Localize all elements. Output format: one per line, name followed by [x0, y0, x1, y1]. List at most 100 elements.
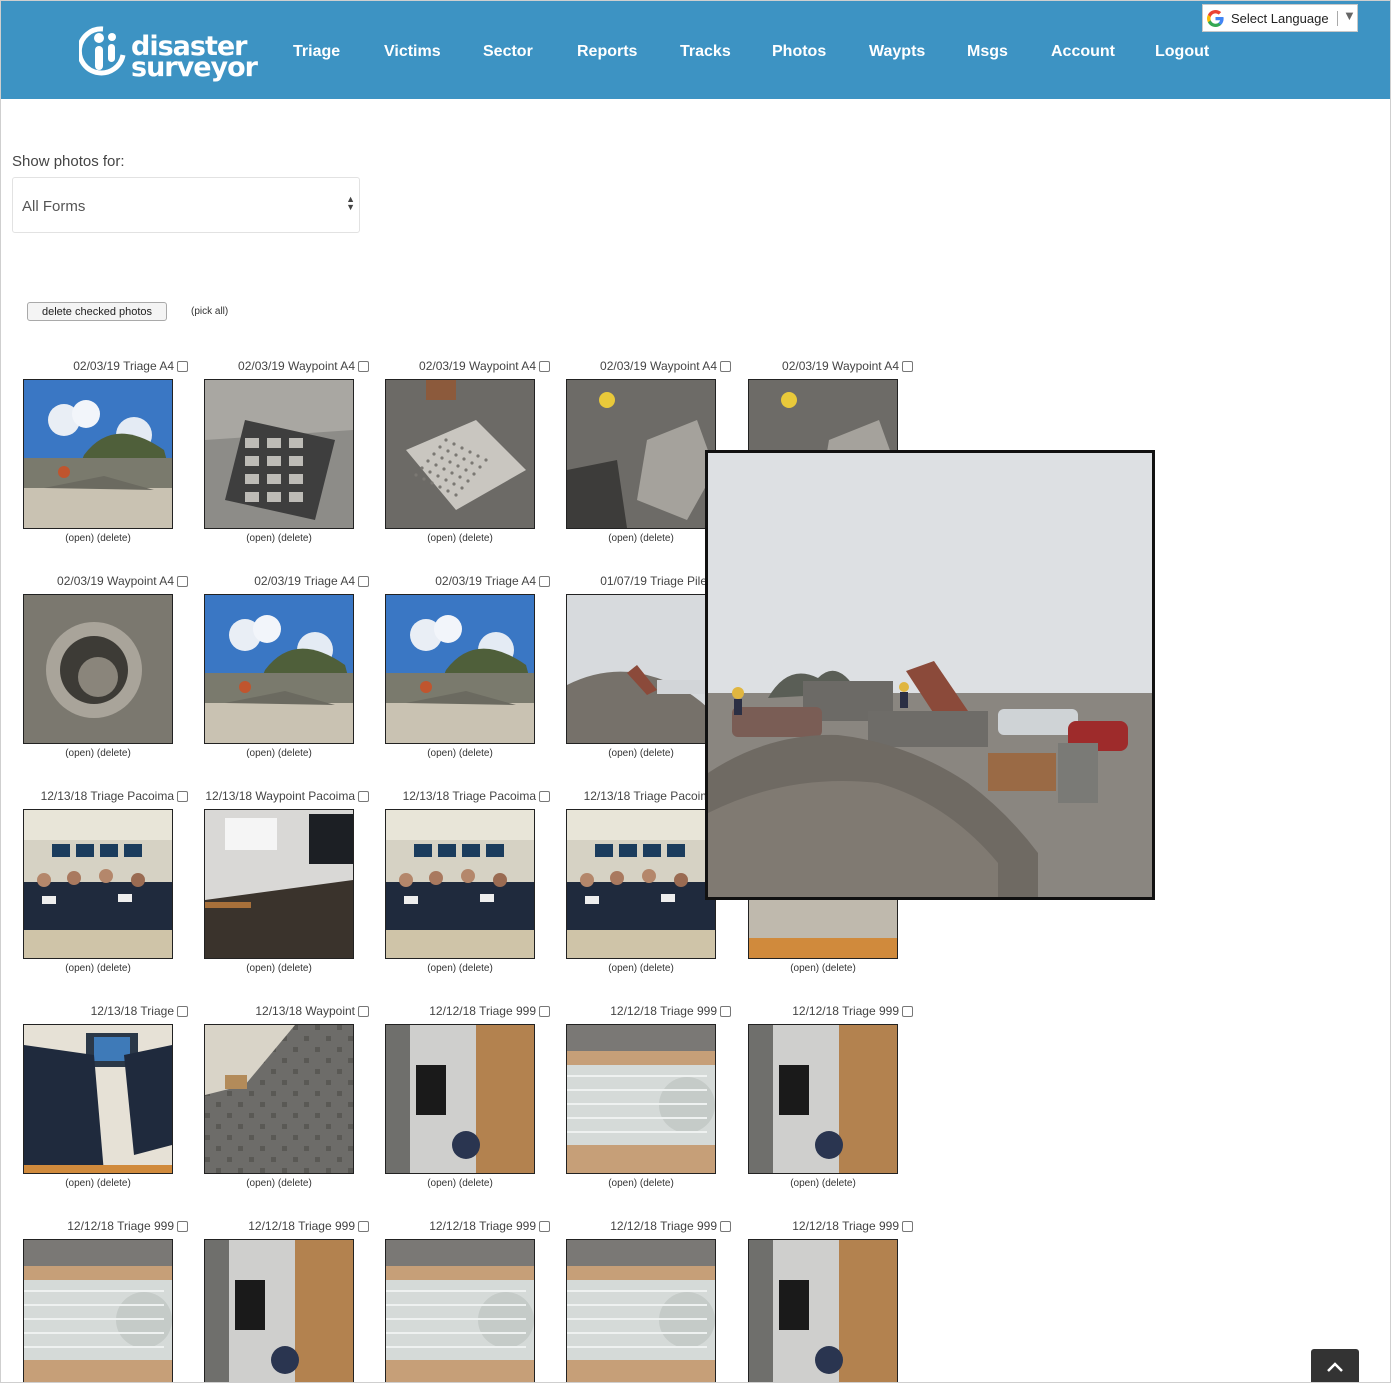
pick-all-link[interactable]: (pick all)	[191, 306, 228, 317]
open-photo-link[interactable]: (open)	[427, 963, 456, 974]
delete-photo-link[interactable]: (delete)	[97, 963, 131, 974]
delete-photo-link[interactable]: (delete)	[278, 1178, 312, 1189]
open-photo-link[interactable]: (open)	[65, 748, 94, 759]
open-photo-link[interactable]: (open)	[65, 963, 94, 974]
nav-msgs[interactable]: Msgs	[967, 43, 1008, 61]
language-selector[interactable]: Select Language ▼	[1202, 4, 1358, 32]
delete-photo-link[interactable]: (delete)	[640, 748, 674, 759]
photo-select-checkbox[interactable]	[539, 576, 550, 587]
delete-photo-link[interactable]: (delete)	[822, 963, 856, 974]
photo-select-checkbox[interactable]	[358, 791, 369, 802]
form-filter-select[interactable]: All Forms ▲ ▼	[12, 177, 360, 233]
open-photo-link[interactable]: (open)	[246, 1178, 275, 1189]
photo-actions: (open) (delete)	[748, 1178, 898, 1189]
photo-select-checkbox[interactable]	[358, 1221, 369, 1232]
photo-thumbnail[interactable]	[204, 379, 354, 529]
photo-select-checkbox[interactable]	[177, 361, 188, 372]
open-photo-link[interactable]: (open)	[608, 963, 637, 974]
photo-select-checkbox[interactable]	[539, 1006, 550, 1017]
photo-thumbnail[interactable]	[204, 1239, 354, 1382]
photo-select-checkbox[interactable]	[720, 1221, 731, 1232]
delete-photo-link[interactable]: (delete)	[278, 963, 312, 974]
delete-photo-link[interactable]: (delete)	[640, 533, 674, 544]
photo-select-checkbox[interactable]	[177, 1221, 188, 1232]
photo-thumbnail[interactable]	[385, 1024, 535, 1174]
photo-thumbnail[interactable]	[204, 809, 354, 959]
photo-select-checkbox[interactable]	[539, 791, 550, 802]
delete-checked-photos-button[interactable]: delete checked photos	[27, 302, 167, 321]
photo-select-checkbox[interactable]	[177, 1006, 188, 1017]
delete-photo-link[interactable]: (delete)	[640, 963, 674, 974]
nav-reports[interactable]: Reports	[577, 43, 637, 61]
photo-thumbnail[interactable]	[23, 809, 173, 959]
photo-select-checkbox[interactable]	[358, 361, 369, 372]
open-photo-link[interactable]: (open)	[65, 1178, 94, 1189]
nav-waypts[interactable]: Waypts	[869, 43, 925, 61]
open-photo-link[interactable]: (open)	[246, 533, 275, 544]
photo-thumbnail[interactable]	[566, 1239, 716, 1382]
photo-thumbnail[interactable]	[23, 594, 173, 744]
open-photo-link[interactable]: (open)	[65, 533, 94, 544]
open-photo-link[interactable]: (open)	[427, 533, 456, 544]
nav-account[interactable]: Account	[1051, 43, 1115, 61]
photo-thumbnail[interactable]	[204, 1024, 354, 1174]
delete-photo-link[interactable]: (delete)	[459, 533, 493, 544]
photo-select-checkbox[interactable]	[902, 361, 913, 372]
photo-thumbnail[interactable]	[385, 594, 535, 744]
photo-select-checkbox[interactable]	[358, 1006, 369, 1017]
photo-caption: 12/13/18 Waypoint	[255, 1004, 355, 1018]
open-photo-link[interactable]: (open)	[246, 748, 275, 759]
photo-card: 02/03/19 Waypoint A4 (open) (delete)	[373, 359, 553, 569]
nav-sector[interactable]: Sector	[483, 43, 533, 61]
scroll-to-top-button[interactable]	[1311, 1349, 1359, 1382]
delete-photo-link[interactable]: (delete)	[459, 963, 493, 974]
delete-photo-link[interactable]: (delete)	[278, 533, 312, 544]
delete-photo-link[interactable]: (delete)	[97, 748, 131, 759]
photo-select-checkbox[interactable]	[902, 1221, 913, 1232]
photo-thumbnail[interactable]	[23, 1024, 173, 1174]
delete-photo-link[interactable]: (delete)	[459, 1178, 493, 1189]
photo-select-checkbox[interactable]	[177, 576, 188, 587]
photo-thumbnail[interactable]	[385, 809, 535, 959]
open-photo-link[interactable]: (open)	[246, 963, 275, 974]
photo-thumbnail[interactable]	[23, 379, 173, 529]
photo-thumbnail[interactable]	[566, 1024, 716, 1174]
open-photo-link[interactable]: (open)	[608, 533, 637, 544]
delete-photo-link[interactable]: (delete)	[822, 1178, 856, 1189]
photo-thumbnail[interactable]	[23, 1239, 173, 1382]
photo-thumbnail[interactable]	[566, 594, 716, 744]
open-photo-link[interactable]: (open)	[427, 1178, 456, 1189]
photo-thumbnail[interactable]	[204, 594, 354, 744]
photo-select-checkbox[interactable]	[720, 1006, 731, 1017]
nav-triage[interactable]: Triage	[293, 43, 340, 61]
photo-select-checkbox[interactable]	[539, 1221, 550, 1232]
open-photo-link[interactable]: (open)	[790, 963, 819, 974]
open-photo-link[interactable]: (open)	[608, 748, 637, 759]
disaster-surveyor-logo[interactable]: disaster surveyor	[79, 23, 259, 83]
photo-thumbnail[interactable]	[385, 1239, 535, 1382]
photo-thumbnail[interactable]	[566, 809, 716, 959]
preview-image	[708, 453, 1152, 897]
nav-victims[interactable]: Victims	[384, 43, 441, 61]
photo-select-checkbox[interactable]	[902, 1006, 913, 1017]
open-photo-link[interactable]: (open)	[427, 748, 456, 759]
open-photo-link[interactable]: (open)	[608, 1178, 637, 1189]
delete-photo-link[interactable]: (delete)	[278, 748, 312, 759]
photo-thumbnail[interactable]	[748, 1024, 898, 1174]
photo-actions: (open) (delete)	[566, 748, 716, 759]
photo-thumbnail[interactable]	[566, 379, 716, 529]
nav-photos[interactable]: Photos	[772, 43, 826, 61]
photo-thumbnail[interactable]	[385, 379, 535, 529]
delete-photo-link[interactable]: (delete)	[459, 748, 493, 759]
delete-photo-link[interactable]: (delete)	[640, 1178, 674, 1189]
photo-thumbnail[interactable]	[748, 1239, 898, 1382]
photo-select-checkbox[interactable]	[358, 576, 369, 587]
open-photo-link[interactable]: (open)	[790, 1178, 819, 1189]
photo-select-checkbox[interactable]	[177, 791, 188, 802]
nav-tracks[interactable]: Tracks	[680, 43, 731, 61]
delete-photo-link[interactable]: (delete)	[97, 1178, 131, 1189]
nav-logout[interactable]: Logout	[1155, 43, 1209, 61]
delete-photo-link[interactable]: (delete)	[97, 533, 131, 544]
photo-select-checkbox[interactable]	[539, 361, 550, 372]
photo-select-checkbox[interactable]	[720, 361, 731, 372]
